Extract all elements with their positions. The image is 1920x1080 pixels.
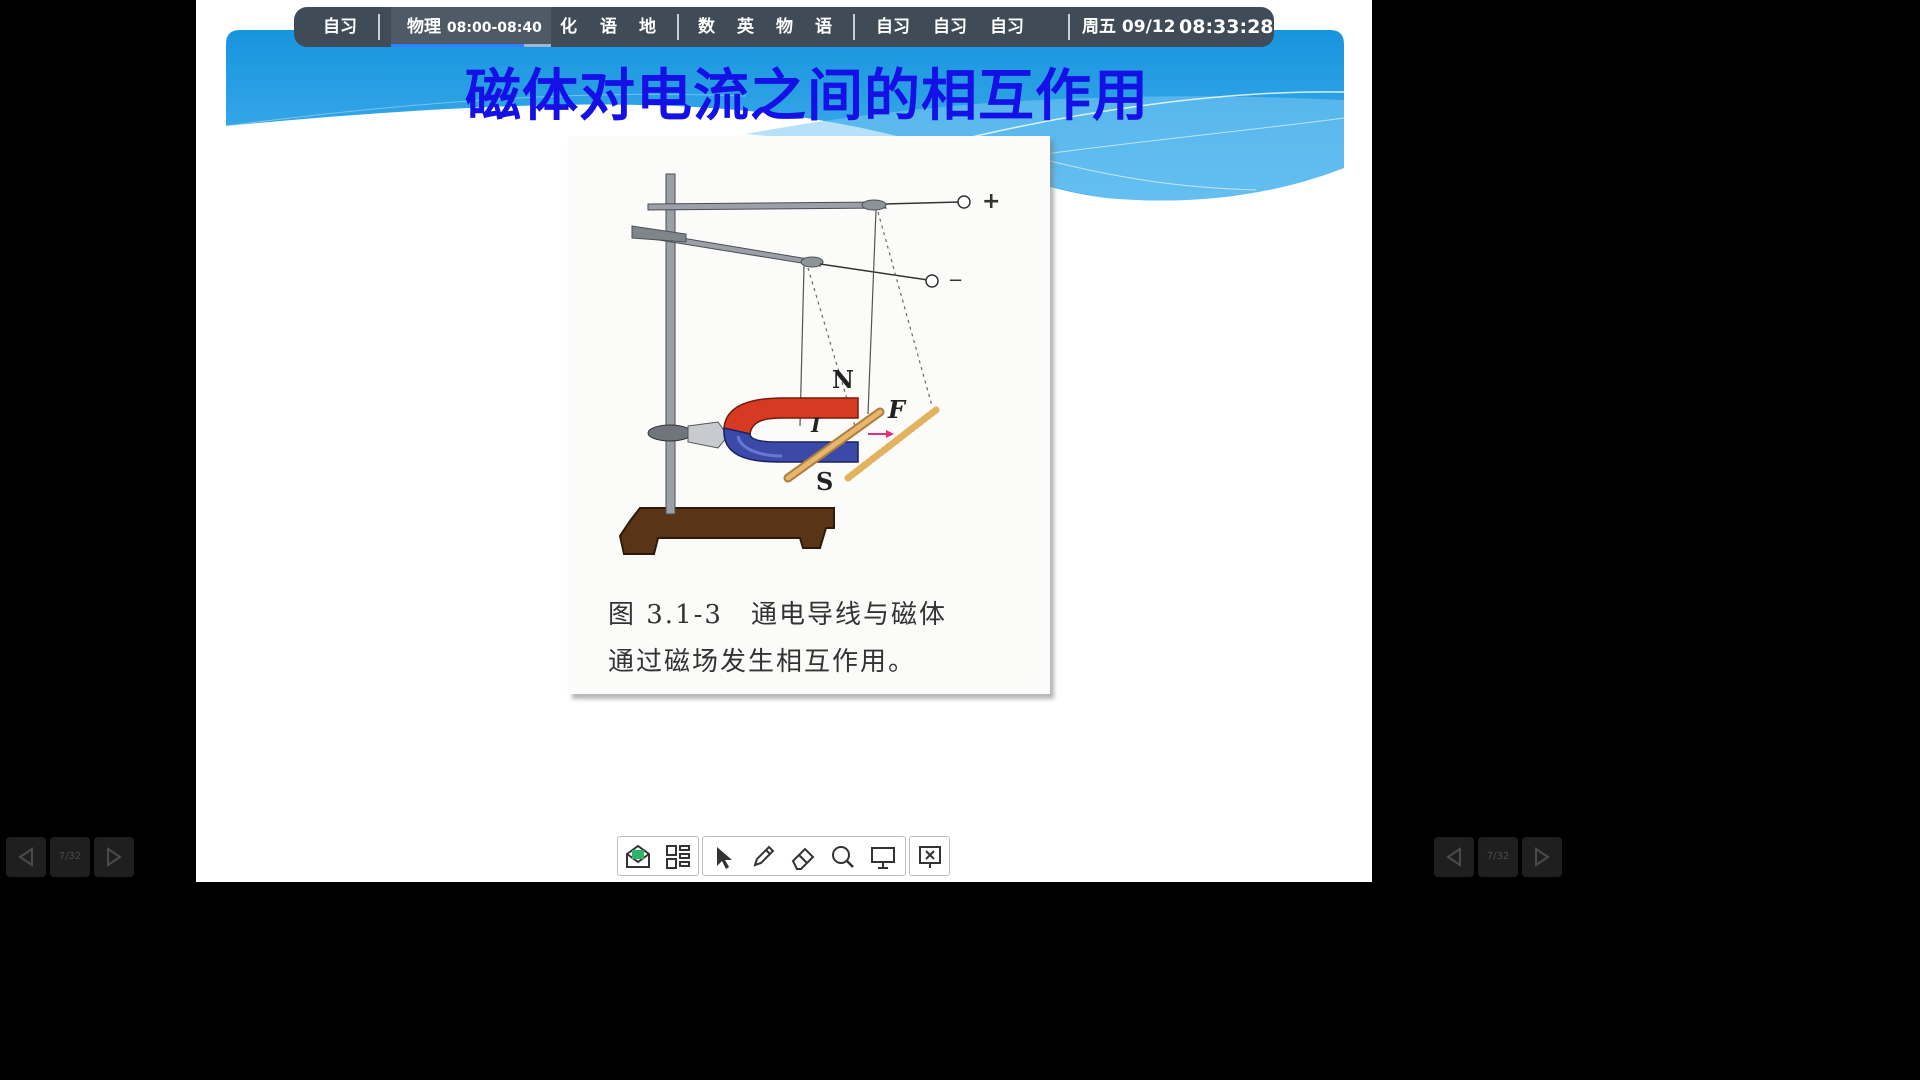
- toolbar-group-apps: [617, 836, 699, 876]
- schedule-clock: 08:33:28: [1179, 16, 1274, 38]
- slide-title: 磁体对电流之间的相互作用: [465, 64, 1149, 129]
- next-slide-button-left[interactable]: [94, 837, 134, 877]
- close-presentation-icon[interactable]: [914, 841, 946, 873]
- label-current: I: [810, 413, 821, 437]
- schedule-item[interactable]: 化: [560, 7, 577, 47]
- active-period-time: 08:00-08:40: [446, 20, 542, 36]
- mail-icon[interactable]: [622, 841, 654, 873]
- screen-icon[interactable]: [867, 841, 899, 873]
- schedule-item[interactable]: 自习: [876, 7, 910, 47]
- schedule-item[interactable]: 语: [600, 7, 617, 47]
- label-n-pole: N: [832, 365, 854, 394]
- schedule-item[interactable]: 英: [737, 7, 754, 47]
- page-indicator-right[interactable]: 7/32: [1478, 837, 1518, 877]
- chevron-left-icon: [1446, 847, 1461, 867]
- label-force: F: [887, 395, 907, 424]
- class-schedule-bar: 自习 物理 08:00-08:40 化 语 地 数 英 物 语 自习 自习 自习…: [294, 7, 1274, 47]
- figure-caption-line1: 图 3.1-3 通电导线与磁体: [608, 600, 947, 630]
- negative-terminal: [925, 274, 939, 288]
- period-progress-remaining: [523, 44, 551, 47]
- toolbar-group-tools: [702, 836, 906, 876]
- pointer-icon[interactable]: [707, 841, 739, 873]
- schedule-date: 周五 09/12: [1082, 17, 1176, 37]
- period-progress-bar: [391, 44, 524, 47]
- schedule-item[interactable]: 自习: [323, 7, 357, 47]
- chevron-right-icon: [1535, 847, 1550, 867]
- apps-grid-icon[interactable]: [662, 841, 694, 873]
- eraser-icon[interactable]: [787, 841, 819, 873]
- prev-slide-button-left[interactable]: [6, 837, 46, 877]
- schedule-item[interactable]: 语: [815, 7, 832, 47]
- schedule-item[interactable]: 物: [776, 7, 793, 47]
- label-s-pole: S: [816, 467, 833, 496]
- apparatus-drawing: N S F I + −: [618, 173, 1000, 555]
- pen-icon[interactable]: [747, 841, 779, 873]
- label-plus: +: [982, 189, 1000, 214]
- schedule-item[interactable]: 自习: [990, 7, 1024, 47]
- magnet-north-arm: [723, 397, 859, 435]
- slide: 磁体对电流之间的相互作用 N S F I + − 图 3.1-3 通电导线与磁体…: [196, 0, 1372, 882]
- divider: [1068, 14, 1070, 40]
- search-icon[interactable]: [827, 841, 859, 873]
- upper-rod: [647, 201, 888, 211]
- chevron-left-icon: [18, 847, 33, 867]
- positive-terminal: [957, 195, 971, 209]
- divider: [677, 14, 679, 40]
- schedule-item[interactable]: 数: [698, 7, 715, 47]
- toolbar-group-exit: [909, 836, 950, 876]
- chevron-right-icon: [107, 847, 122, 867]
- stand-base: [618, 507, 835, 555]
- divider: [853, 14, 855, 40]
- schedule-item-active[interactable]: 物理 08:00-08:40: [407, 7, 542, 47]
- presentation-toolbar: [617, 836, 950, 878]
- page-indicator-left[interactable]: 7/32: [50, 837, 90, 877]
- divider: [378, 14, 380, 40]
- prev-slide-button-right[interactable]: [1434, 837, 1474, 877]
- figure-caption-line2: 通过磁场发生相互作用。: [608, 647, 917, 677]
- stand-pole: [665, 173, 676, 515]
- label-minus: −: [948, 270, 963, 291]
- next-slide-button-right[interactable]: [1522, 837, 1562, 877]
- schedule-item[interactable]: 地: [639, 7, 656, 47]
- schedule-item[interactable]: 自习: [933, 7, 967, 47]
- figure-illustration: N S F I + − 图 3.1-3 通电导线与磁体 通过磁场发生相互作用。: [568, 136, 1050, 694]
